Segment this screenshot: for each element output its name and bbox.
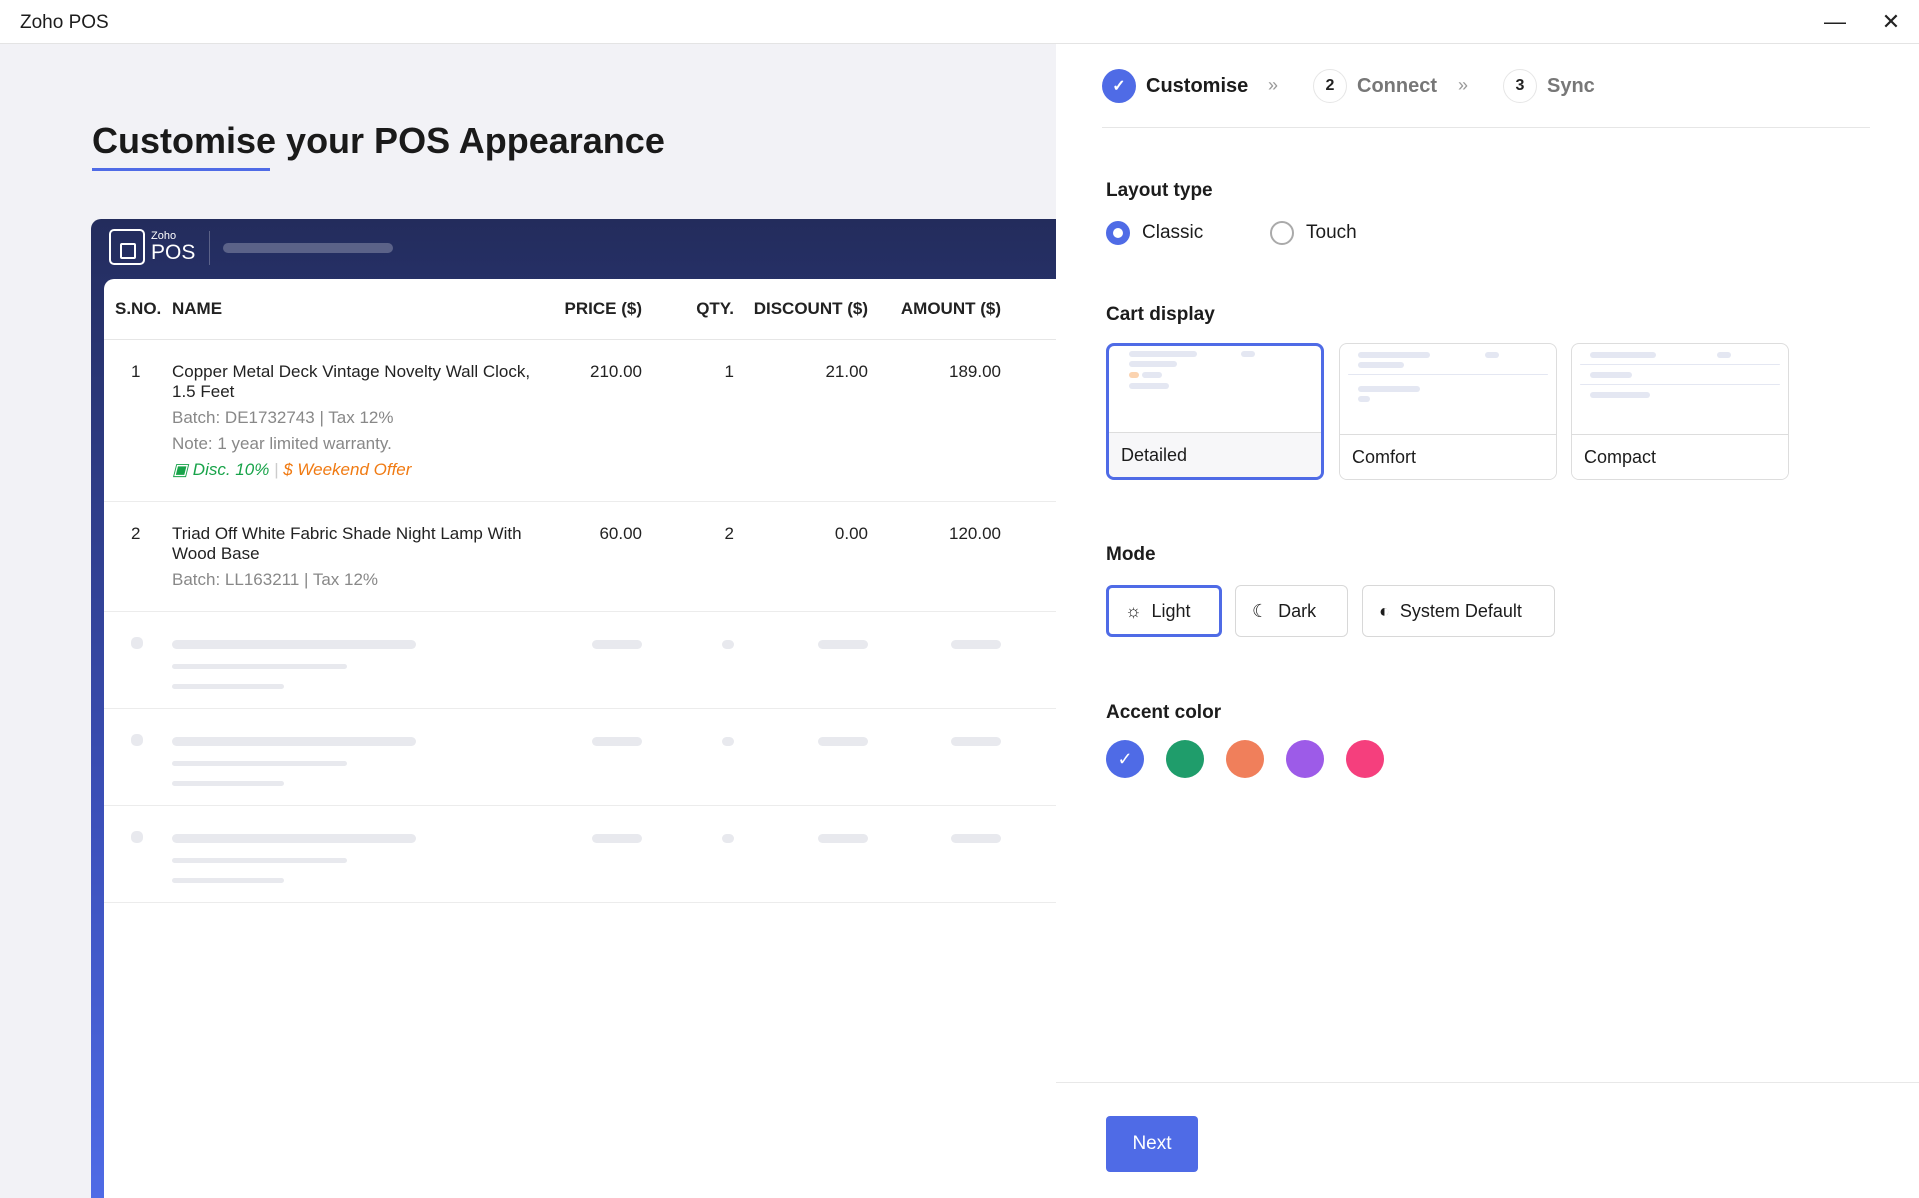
mode-label-system: System Default <box>1399 600 1522 621</box>
accent-orange[interactable] <box>1226 740 1264 778</box>
step-sync[interactable]: 3 Sync <box>1503 69 1595 103</box>
mode-label-dark: Dark <box>1278 600 1317 621</box>
table-row: 1 Copper Metal Deck Vintage Novelty Wall… <box>104 339 1056 502</box>
step-label: Sync <box>1547 74 1595 97</box>
cell-name: Copper Metal Deck Vintage Novelty Wall C… <box>172 361 531 401</box>
col-name: NAME <box>172 279 532 340</box>
divider <box>1102 127 1870 128</box>
accent-green[interactable] <box>1166 740 1204 778</box>
cell-price: 210.00 <box>532 339 642 502</box>
sun-icon: ☼ <box>1125 600 1142 621</box>
radio-classic[interactable]: Classic <box>1106 221 1203 245</box>
cell-price: 60.00 <box>532 501 642 612</box>
step-number: 3 <box>1503 69 1537 103</box>
step-customise[interactable]: ✓ Customise <box>1102 69 1248 103</box>
mode-label-light: Light <box>1151 600 1191 621</box>
radio-selected-icon <box>1106 221 1130 245</box>
check-icon: ✓ <box>1102 69 1136 103</box>
close-button[interactable]: ✕ <box>1876 8 1906 36</box>
divider <box>209 231 210 265</box>
mode-light-button[interactable]: ☼ Light <box>1106 585 1222 637</box>
cell-sno: 2 <box>104 501 172 612</box>
discount-icon: ▣ <box>172 459 193 479</box>
cell-qty: 2 <box>642 501 734 612</box>
cart-option-label: Compact <box>1572 434 1788 479</box>
accent-pink[interactable] <box>1346 740 1384 778</box>
cell-discount: 0.00 <box>734 501 868 612</box>
step-label: Customise <box>1146 74 1249 97</box>
cell-batch: Batch: LL163211 | Tax 12% <box>172 569 379 589</box>
cell-batch: Batch: DE1732743 | Tax 12% <box>172 407 394 427</box>
cart-option-detailed[interactable]: Detailed <box>1106 343 1324 480</box>
mode-dark-button[interactable]: ☾ Dark <box>1235 585 1348 637</box>
step-number: 2 <box>1313 69 1347 103</box>
system-theme-icon: ◐ <box>1379 600 1390 621</box>
chevrons-right-icon: » <box>1268 75 1279 95</box>
footer-divider <box>1056 1082 1919 1083</box>
cart-display-label: Cart display <box>1106 304 1215 325</box>
mode-system-button[interactable]: ◐ System Default <box>1362 585 1555 637</box>
accent-blue[interactable]: ✓ <box>1106 740 1144 778</box>
cell-qty: 1 <box>642 339 734 502</box>
window-title: Zoho POS <box>20 12 109 33</box>
check-icon: ✓ <box>1117 748 1133 769</box>
radio-label: Classic <box>1142 222 1204 243</box>
moon-icon: ☾ <box>1252 600 1269 621</box>
discount-tag: Disc. 10% <box>192 459 270 479</box>
step-connect[interactable]: 2 Connect <box>1313 69 1437 103</box>
cart-option-compact[interactable]: Compact <box>1571 343 1789 480</box>
offer-tag: Weekend Offer <box>297 459 412 479</box>
cell-sno: 1 <box>104 339 172 502</box>
chevrons-right-icon: » <box>1458 75 1469 95</box>
layout-type-label: Layout type <box>1106 180 1213 201</box>
zoho-pos-logo: Zoho POS <box>109 229 195 265</box>
cell-note: Note: 1 year limited warranty. <box>172 433 392 453</box>
radio-touch[interactable]: Touch <box>1270 221 1357 245</box>
preview-panel: Customise your POS Appearance Zoho POS S.… <box>0 44 1056 1198</box>
col-sno: S.NO. <box>104 279 172 340</box>
cell-discount: 21.00 <box>734 339 868 502</box>
radio-empty-icon <box>1270 221 1294 245</box>
cell-amount: 120.00 <box>868 501 1001 612</box>
cart-option-label: Detailed <box>1109 432 1321 477</box>
col-qty: QTY. <box>642 279 734 340</box>
col-amount: AMOUNT ($) <box>868 279 1001 340</box>
table-header: S.NO. NAME PRICE ($) QTY. DISCOUNT ($) A… <box>104 279 1056 340</box>
cart-table: S.NO. NAME PRICE ($) QTY. DISCOUNT ($) A… <box>104 279 1056 903</box>
col-price: PRICE ($) <box>532 279 642 340</box>
next-button[interactable]: Next <box>1106 1116 1198 1172</box>
col-discount: DISCOUNT ($) <box>734 279 868 340</box>
pos-preview: Zoho POS S.NO. NAME PRICE ($) QTY. DISCOU… <box>91 219 1056 1198</box>
skeleton-row <box>104 805 1056 903</box>
logo-icon <box>109 229 145 265</box>
settings-panel: ✓ Customise » 2 Connect » 3 Sync Layout typ… <box>1056 44 1919 1198</box>
cart-option-comfort[interactable]: Comfort <box>1339 343 1557 480</box>
cell-name: Triad Off White Fabric Shade Night Lamp … <box>172 523 522 563</box>
table-row: 2 Triad Off White Fabric Shade Night Lam… <box>104 501 1056 612</box>
cell-amount: 189.00 <box>868 339 1001 502</box>
offer-icon: $ <box>283 459 298 479</box>
step-label: Connect <box>1357 74 1437 97</box>
search-placeholder-bar <box>223 243 393 253</box>
title-underline <box>92 168 270 171</box>
logo-big-text: POS <box>151 241 196 264</box>
radio-label: Touch <box>1306 222 1357 243</box>
minimize-button[interactable]: — <box>1820 8 1850 36</box>
skeleton-row <box>104 611 1056 709</box>
accent-purple[interactable] <box>1286 740 1324 778</box>
page-title: Customise your POS Appearance <box>92 120 665 161</box>
skeleton-row <box>104 708 1056 806</box>
accent-color-label: Accent color <box>1106 702 1222 723</box>
mode-label: Mode <box>1106 544 1156 565</box>
title-bar: Zoho POS — ✕ <box>0 0 1919 44</box>
cart-option-label: Comfort <box>1340 434 1556 479</box>
